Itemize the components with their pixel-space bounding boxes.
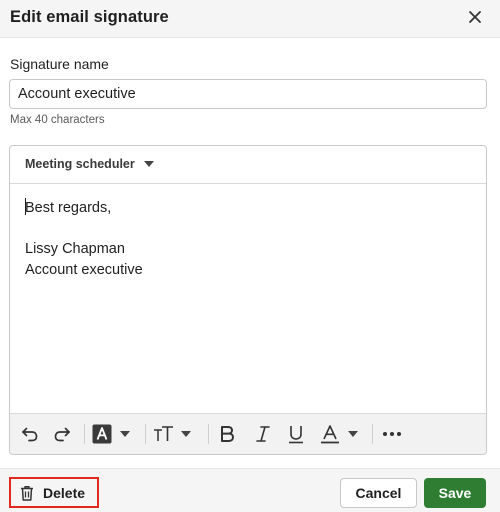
bold-button[interactable] [218,422,236,446]
toolbar-divider [145,424,146,444]
body-line [25,219,143,240]
undo-button[interactable] [18,422,40,446]
body-line: Account executive [25,261,143,278]
text-size-icon [154,426,173,441]
close-icon [469,11,481,23]
redo-icon [54,427,70,442]
text-size-button[interactable] [153,422,191,446]
toolbar-divider [372,424,373,444]
text-color-icon [321,425,339,444]
caret-down-icon [143,161,154,167]
toolbar-divider [84,424,85,444]
body-line: Best regards, [25,198,112,216]
bold-icon [221,426,234,442]
body-line: Lissy Chapman [25,241,125,257]
cancel-button[interactable]: Cancel [340,478,417,508]
redo-button[interactable] [52,422,74,446]
italic-button[interactable] [254,422,272,446]
highlight-icon [92,424,112,444]
dialog-title: Edit email signature [10,8,169,26]
save-button[interactable]: Save [424,478,486,508]
signature-editor: Meeting scheduler Best regards, Lissy Ch… [9,145,487,455]
editor-top-bar: Meeting scheduler [10,146,486,184]
underline-icon [289,426,303,444]
chevron-down-icon [348,431,358,437]
delete-label: Delete [43,484,86,501]
signature-name-hint: Max 40 characters [10,114,105,126]
dialog-header: Edit email signature [0,0,500,38]
meeting-scheduler-label: Meeting scheduler [25,157,135,171]
close-button[interactable] [464,6,486,28]
highlight-button[interactable] [92,422,130,446]
underline-button[interactable] [286,422,306,446]
chevron-down-icon [120,431,130,437]
italic-icon [256,426,270,442]
delete-button[interactable]: Delete [9,477,99,508]
undo-icon [22,427,38,442]
toolbar-divider [208,424,209,444]
chevron-down-icon [181,431,191,437]
trash-icon [21,485,33,501]
dialog-footer: Delete Cancel Save [0,468,500,512]
more-icon [383,432,401,436]
signature-name-label: Signature name [10,56,109,72]
editor-body[interactable]: Best regards, Lissy Chapman Account exec… [25,198,143,280]
more-options-button[interactable] [382,422,402,446]
meeting-scheduler-dropdown[interactable]: Meeting scheduler [25,157,154,171]
formatting-toolbar [10,413,486,454]
signature-name-input[interactable] [9,79,487,109]
text-color-button[interactable] [320,422,358,446]
